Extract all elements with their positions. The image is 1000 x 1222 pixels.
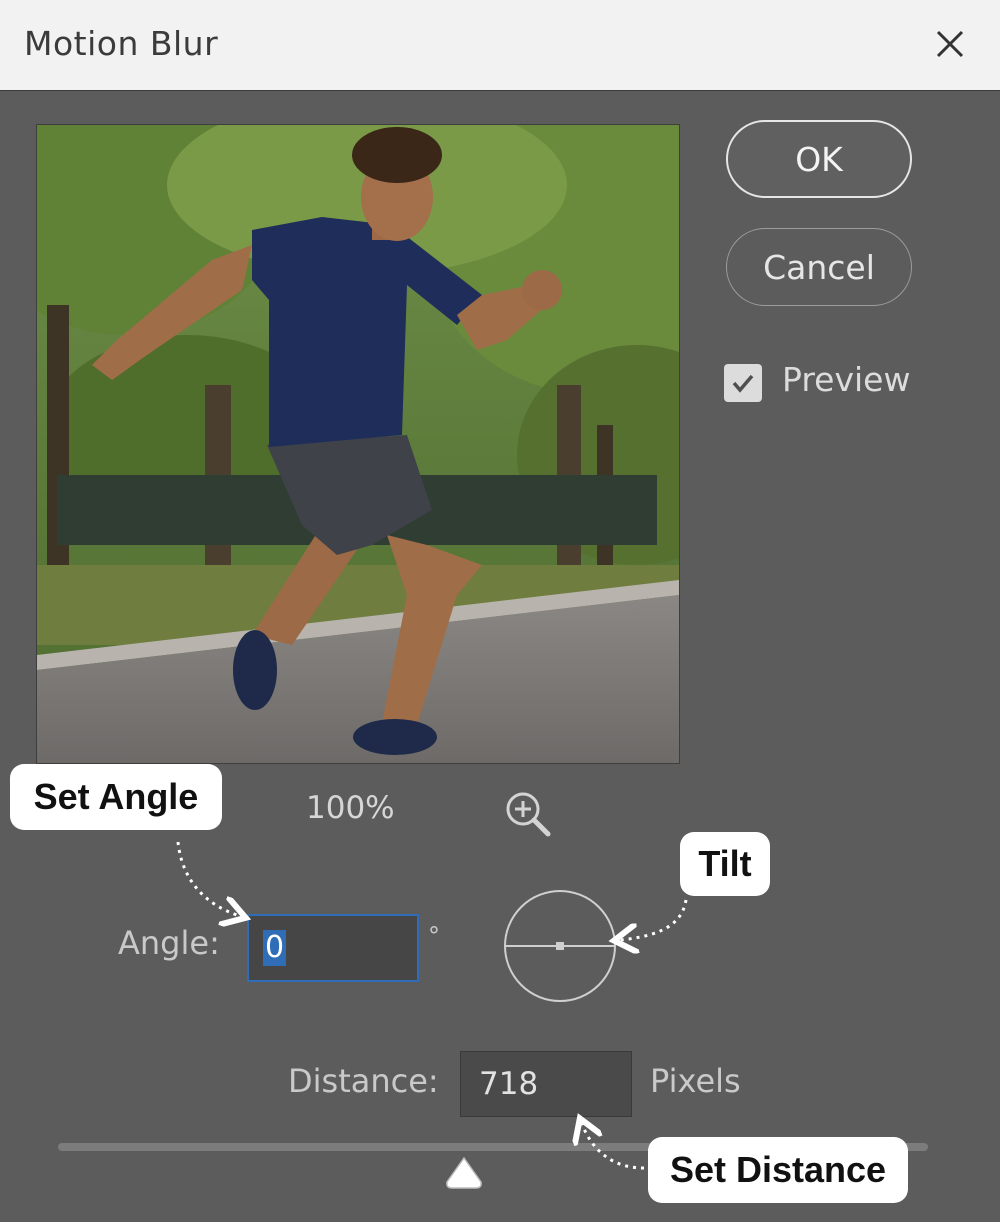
zoom-in-button[interactable] — [502, 788, 554, 840]
angle-dial-icon — [504, 890, 616, 1002]
distance-label: Distance: — [288, 1062, 439, 1100]
distance-slider-thumb[interactable] — [444, 1156, 484, 1190]
preview-label: Preview — [782, 360, 911, 399]
set-distance-callout: Set Distance — [648, 1137, 908, 1203]
close-icon — [936, 30, 964, 58]
preview-image[interactable] — [36, 124, 680, 764]
checkmark-icon — [732, 374, 754, 393]
cancel-button[interactable]: Cancel — [726, 228, 912, 306]
preview-photo-runner — [37, 125, 679, 763]
angle-label: Angle: — [118, 924, 220, 962]
triangle-up-icon — [446, 1156, 482, 1189]
angle-input[interactable]: 0 — [247, 914, 419, 982]
close-button[interactable] — [928, 22, 972, 66]
distance-unit-label: Pixels — [650, 1062, 741, 1100]
zoom-in-icon — [506, 792, 551, 837]
ok-button[interactable]: OK — [726, 120, 912, 198]
title-bar: Motion Blur — [0, 0, 1000, 91]
tilt-callout: Tilt — [680, 832, 770, 896]
angle-dial[interactable] — [502, 888, 618, 1004]
zoom-level: 100% — [306, 790, 395, 826]
set-angle-callout: Set Angle — [10, 764, 222, 830]
degree-symbol: ° — [428, 922, 440, 950]
preview-checkbox[interactable] — [724, 364, 762, 402]
dialog-title: Motion Blur — [24, 24, 219, 63]
angle-value: 0 — [263, 930, 287, 966]
distance-input[interactable]: 718 — [460, 1051, 632, 1117]
